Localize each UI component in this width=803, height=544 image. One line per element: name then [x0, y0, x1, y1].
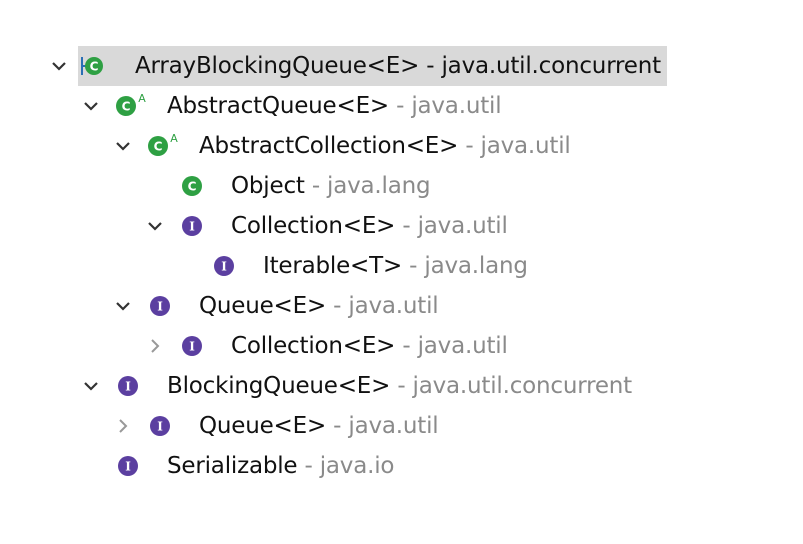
tree-row-label[interactable]: Queue<E> - java.util	[199, 286, 439, 326]
tree-row-label[interactable]: Iterable<T> - java.lang	[263, 246, 528, 286]
type-name: Queue<E>	[199, 293, 327, 319]
chevron-right-icon[interactable]	[112, 415, 134, 437]
separator: -	[458, 133, 481, 159]
interface-icon: I	[179, 213, 205, 239]
interface-icon: I	[179, 333, 205, 359]
package-name: java.util	[348, 413, 439, 439]
abstract-marker: A	[138, 93, 146, 105]
tree-row-label[interactable]: Queue<E> - java.util	[199, 406, 439, 446]
tree-row-label: ArrayBlockingQueue<E> - java.util.concur…	[135, 46, 661, 86]
chevron-down-icon[interactable]	[80, 95, 102, 117]
svg-text:C: C	[122, 100, 131, 114]
chevron-down-icon[interactable]	[80, 375, 102, 397]
tree-row-label[interactable]: AbstractCollection<E> - java.util	[199, 126, 571, 166]
svg-text:I: I	[221, 260, 227, 274]
separator: -	[326, 413, 349, 439]
abstract-class-icon: C A	[113, 93, 147, 119]
type-name: Object	[231, 173, 305, 199]
package-name: java.util	[348, 293, 439, 319]
interface-icon: I	[115, 453, 141, 479]
svg-text:I: I	[157, 420, 163, 434]
type-name: Queue<E>	[199, 413, 327, 439]
separator: -	[297, 453, 320, 479]
abstract-class-icon: C A	[145, 133, 179, 159]
tree-row-label[interactable]: BlockingQueue<E> - java.util.concurrent	[167, 366, 632, 406]
interface-icon: I	[147, 413, 173, 439]
svg-text:I: I	[157, 300, 163, 314]
package-name: java.util.concurrent	[412, 373, 633, 399]
separator: -	[304, 173, 328, 199]
svg-text:C: C	[188, 180, 197, 194]
package-name: java.util	[411, 93, 502, 119]
type-name: ArrayBlockingQueue<E>	[135, 53, 420, 79]
type-name: Serializable	[167, 453, 298, 479]
type-name: AbstractQueue<E>	[167, 93, 389, 119]
separator: -	[390, 373, 413, 399]
class-icon: C	[179, 173, 205, 199]
package-name: java.util	[417, 333, 508, 359]
tree-row-label[interactable]: Serializable - java.io	[167, 446, 394, 486]
type-hierarchy-tree: C ArrayBlockingQueue<E> - java.util.conc…	[0, 0, 803, 544]
type-name: BlockingQueue<E>	[167, 373, 391, 399]
chevron-down-icon[interactable]	[48, 55, 70, 77]
interface-icon: I	[115, 373, 141, 399]
chevron-right-icon[interactable]	[144, 335, 166, 357]
package-name: java.lang	[327, 173, 431, 199]
separator: -	[419, 53, 442, 79]
separator: -	[395, 213, 418, 239]
tree-row-label[interactable]: Collection<E> - java.util	[231, 326, 508, 366]
chevron-down-icon[interactable]	[112, 135, 134, 157]
type-name: AbstractCollection<E>	[199, 133, 459, 159]
separator: -	[326, 293, 349, 319]
type-name: Collection<E>	[231, 213, 396, 239]
svg-text:I: I	[189, 340, 195, 354]
svg-text:I: I	[125, 380, 131, 394]
interface-icon: I	[211, 253, 237, 279]
separator: -	[388, 93, 412, 119]
separator: -	[402, 253, 425, 279]
package-name: java.util	[417, 213, 508, 239]
svg-text:I: I	[125, 460, 131, 474]
tree-row-label[interactable]: Object - java.lang	[231, 166, 431, 206]
svg-text:C: C	[154, 140, 163, 154]
chevron-down-icon[interactable]	[144, 215, 166, 237]
interface-icon: I	[147, 293, 173, 319]
svg-text:I: I	[189, 220, 195, 234]
package-name: java.lang	[424, 253, 528, 279]
chevron-down-icon[interactable]	[112, 295, 134, 317]
abstract-marker: A	[170, 133, 178, 145]
package-name: java.util.concurrent	[441, 53, 661, 79]
separator: -	[395, 333, 418, 359]
tree-row-label[interactable]: Collection<E> - java.util	[231, 206, 508, 246]
svg-text:C: C	[90, 60, 99, 74]
package-name: java.io	[319, 453, 395, 479]
type-name: Iterable<T>	[263, 253, 403, 279]
type-name: Collection<E>	[231, 333, 396, 359]
tree-row-label[interactable]: AbstractQueue<E> - java.util	[167, 86, 502, 126]
package-name: java.util	[480, 133, 571, 159]
class-icon: C	[79, 53, 105, 79]
